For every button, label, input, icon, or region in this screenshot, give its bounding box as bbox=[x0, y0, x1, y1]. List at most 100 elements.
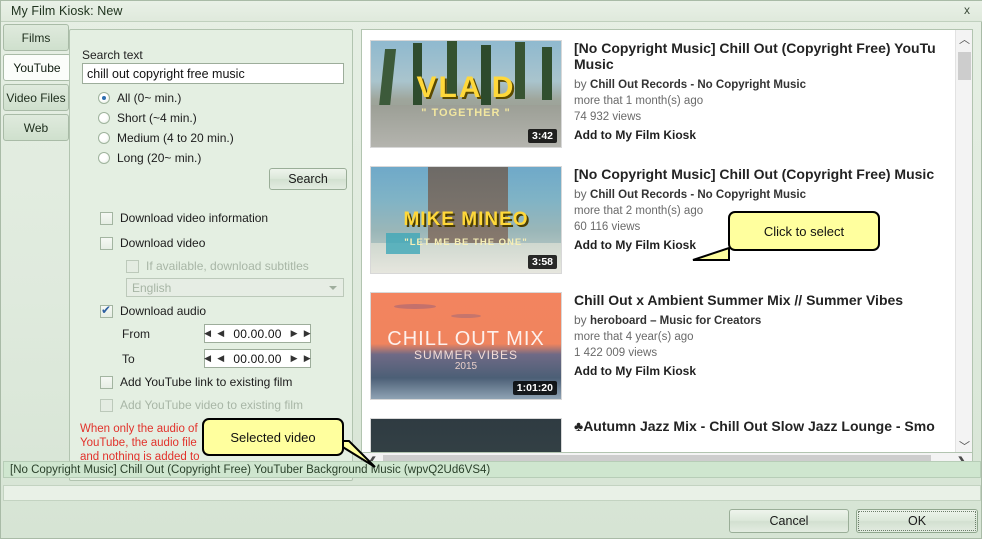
close-icon[interactable]: x bbox=[957, 3, 977, 19]
video-by-prefix: by bbox=[574, 313, 587, 327]
stepper-next-fast-icon[interactable]: ▶ bbox=[301, 328, 314, 339]
checkbox-add-youtube-link-label: Add YouTube link to existing film bbox=[120, 375, 293, 389]
video-channel-name: Chill Out Records - No Copyright Music bbox=[590, 79, 806, 91]
to-time-stepper[interactable]: ◀ ◀ 00.00.00 ▶ ▶ bbox=[204, 349, 311, 368]
video-age: more that 1 month(s) ago bbox=[574, 95, 704, 107]
stepper-next-icon[interactable]: ▶ bbox=[288, 353, 301, 364]
stepper-prev-fast-icon[interactable]: ◀ bbox=[201, 353, 214, 364]
radio-medium-label: Medium (4 to 20 min.) bbox=[117, 131, 234, 145]
scroll-down-icon[interactable]: ﹀ bbox=[956, 437, 972, 453]
from-time-stepper[interactable]: ◀ ◀ 00.00.00 ▶ ▶ bbox=[204, 324, 311, 343]
click-to-select-callout: Click to select bbox=[728, 211, 880, 251]
tab-youtube[interactable]: YouTube bbox=[3, 54, 71, 81]
video-channel-name: Chill Out Records - No Copyright Music bbox=[590, 189, 806, 201]
radio-all[interactable]: All (0~ min.) bbox=[98, 91, 181, 105]
video-title[interactable]: [No Copyright Music] Chill Out (Copyrigh… bbox=[574, 166, 954, 182]
radio-medium-indicator bbox=[98, 132, 110, 144]
checkbox-download-video[interactable]: Download video bbox=[100, 236, 205, 250]
stepper-prev-icon[interactable]: ◀ bbox=[214, 328, 227, 339]
checkbox-download-audio[interactable]: Download audio bbox=[100, 303, 207, 318]
video-title-line2: Music bbox=[574, 56, 614, 72]
radio-long[interactable]: Long (20~ min.) bbox=[98, 151, 201, 165]
results-vertical-scrollbar[interactable]: ︿ ﹀ bbox=[955, 30, 972, 453]
tab-youtube-label: YouTube bbox=[13, 60, 61, 75]
search-input[interactable] bbox=[82, 63, 344, 84]
scroll-up-icon[interactable]: ︿ bbox=[956, 30, 972, 47]
checkbox-download-video-information-label: Download video information bbox=[120, 211, 269, 225]
selected-video-callout: Selected video bbox=[202, 418, 344, 456]
checkbox-download-audio-label: Download audio bbox=[120, 304, 207, 318]
video-by-prefix: by bbox=[574, 187, 587, 201]
video-age: more that 4 year(s) ago bbox=[574, 331, 694, 343]
video-duration: 1:01:20 bbox=[512, 381, 557, 395]
video-thumbnail[interactable] bbox=[370, 418, 562, 452]
video-meta: ♣Autumn Jazz Mix - Chill Out Slow Jazz L… bbox=[574, 418, 954, 434]
tab-films[interactable]: Films bbox=[3, 24, 69, 51]
from-time-value: 00.00.00 bbox=[233, 326, 282, 341]
checkbox-indicator bbox=[126, 259, 139, 273]
video-meta: [No Copyright Music] Chill Out (Copyrigh… bbox=[574, 40, 954, 142]
tab-strip: Films YouTube Video Files Web bbox=[3, 24, 71, 486]
cancel-button[interactable]: Cancel bbox=[729, 509, 849, 533]
stepper-next-fast-icon[interactable]: ▶ bbox=[301, 353, 314, 364]
ok-button-label: OK bbox=[907, 514, 927, 528]
checkbox-indicator bbox=[100, 211, 113, 225]
stepper-prev-icon[interactable]: ◀ bbox=[214, 353, 227, 364]
subtitle-language-value: English bbox=[132, 280, 172, 295]
video-title[interactable]: Chill Out x Ambient Summer Mix // Summer… bbox=[574, 292, 954, 308]
video-channel: by heroboard – Music for Creators bbox=[574, 313, 954, 327]
checkbox-indicator bbox=[100, 236, 113, 250]
tab-video-files-label: Video Files bbox=[6, 90, 66, 105]
radio-short-label: Short (~4 min.) bbox=[117, 111, 197, 125]
chevron-down-icon bbox=[329, 285, 337, 290]
window-title: My Film Kiosk: New bbox=[11, 4, 123, 18]
video-thumbnail[interactable]: VLA D " TOGETHER " 3:42 bbox=[370, 40, 562, 148]
video-title[interactable]: [No Copyright Music] Chill Out (Copyrigh… bbox=[574, 40, 954, 72]
add-to-kiosk-link[interactable]: Add to My Film Kiosk bbox=[574, 364, 954, 378]
search-button-label: Search bbox=[288, 172, 328, 186]
radio-short[interactable]: Short (~4 min.) bbox=[98, 111, 197, 125]
cancel-button-label: Cancel bbox=[769, 514, 809, 528]
add-to-kiosk-link[interactable]: Add to My Film Kiosk bbox=[574, 128, 954, 142]
video-channel: by Chill Out Records - No Copyright Musi… bbox=[574, 187, 954, 201]
video-channel-name: heroboard – Music for Creators bbox=[590, 315, 762, 327]
radio-short-indicator bbox=[98, 112, 110, 124]
search-panel: Search text All (0~ min.) Short (~4 min.… bbox=[69, 29, 353, 481]
checkbox-download-video-information[interactable]: Download video information bbox=[100, 211, 268, 225]
video-channel: by Chill Out Records - No Copyright Musi… bbox=[574, 77, 954, 91]
ok-button[interactable]: OK bbox=[856, 509, 978, 533]
checkbox-download-video-label: Download video bbox=[120, 236, 206, 250]
tab-web[interactable]: Web bbox=[3, 114, 69, 141]
selected-video-callout-text: Selected video bbox=[230, 429, 316, 445]
stepper-next-icon[interactable]: ▶ bbox=[288, 328, 301, 339]
tab-video-files[interactable]: Video Files bbox=[3, 84, 69, 111]
thumbnail-title-text: VLA D bbox=[416, 70, 516, 104]
video-thumbnail[interactable]: CHILL OUT MIX SUMMER VIBES 2015 1:01:20 bbox=[370, 292, 562, 400]
results-list[interactable]: VLA D " TOGETHER " 3:42 [No Copyright Mu… bbox=[361, 29, 973, 453]
tab-films-label: Films bbox=[21, 30, 51, 45]
thumbnail-year-text: 2015 bbox=[454, 360, 478, 372]
radio-all-indicator bbox=[98, 92, 110, 104]
search-text-label: Search text bbox=[82, 48, 143, 62]
video-thumbnail[interactable]: MIKE MINEO "LET ME BE THE ONE" 3:58 bbox=[370, 166, 562, 274]
checkbox-indicator bbox=[100, 375, 113, 389]
video-title[interactable]: ♣Autumn Jazz Mix - Chill Out Slow Jazz L… bbox=[574, 418, 954, 434]
video-duration: 3:42 bbox=[527, 129, 557, 143]
radio-medium[interactable]: Medium (4 to 20 min.) bbox=[98, 131, 234, 145]
tab-web-label: Web bbox=[23, 120, 49, 135]
checkbox-download-subtitles: If available, download subtitles bbox=[126, 259, 309, 273]
search-button[interactable]: Search bbox=[269, 168, 347, 190]
subtitle-language-select: English bbox=[126, 278, 344, 297]
video-duration: 3:58 bbox=[527, 255, 557, 269]
stepper-prev-fast-icon[interactable]: ◀ bbox=[201, 328, 214, 339]
vertical-scroll-thumb[interactable] bbox=[958, 52, 971, 80]
to-time-value: 00.00.00 bbox=[233, 351, 282, 366]
thumbnail-title-text: MIKE MINEO bbox=[403, 209, 529, 231]
radio-all-label: All (0~ min.) bbox=[117, 91, 182, 105]
click-to-select-callout-text: Click to select bbox=[763, 223, 845, 239]
dialog-window: My Film Kiosk: New x Films YouTube Video… bbox=[0, 0, 982, 539]
click-to-select-callout-tail bbox=[692, 246, 730, 261]
checkbox-add-youtube-link[interactable]: Add YouTube link to existing film bbox=[100, 375, 292, 389]
video-by-prefix: by bbox=[574, 77, 587, 91]
video-title-line1: [No Copyright Music] Chill Out (Copyrigh… bbox=[574, 40, 936, 56]
